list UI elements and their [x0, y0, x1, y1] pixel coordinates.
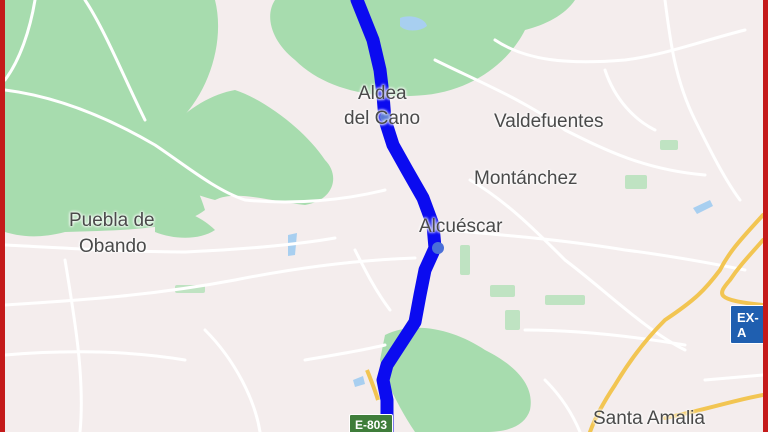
place-santa-amalia[interactable]: Santa Amalia [593, 407, 705, 430]
road-shield-ex-a: EX-A [730, 305, 763, 344]
place-aldea-del-cano-line1[interactable]: Aldea [358, 82, 407, 105]
place-puebla-de-obando-line2[interactable]: Obando [79, 235, 147, 258]
place-puebla-de-obando-line1[interactable]: Puebla de [69, 209, 155, 232]
map-canvas[interactable]: Aldea del Cano Valdefuentes Montánchez A… [5, 0, 763, 432]
place-aldea-del-cano-line2[interactable]: del Cano [344, 107, 420, 130]
place-montanchez[interactable]: Montánchez [474, 167, 578, 190]
place-valdefuentes[interactable]: Valdefuentes [494, 110, 604, 133]
waypoint-marker[interactable] [432, 242, 444, 254]
road-shield-e803: E-803 [349, 414, 394, 432]
map-frame: Aldea del Cano Valdefuentes Montánchez A… [0, 0, 768, 432]
forest-patch [155, 208, 215, 238]
forest-north [270, 0, 575, 97]
place-alcuescar[interactable]: Alcuéscar [419, 215, 502, 238]
e803-road [365, 369, 380, 401]
